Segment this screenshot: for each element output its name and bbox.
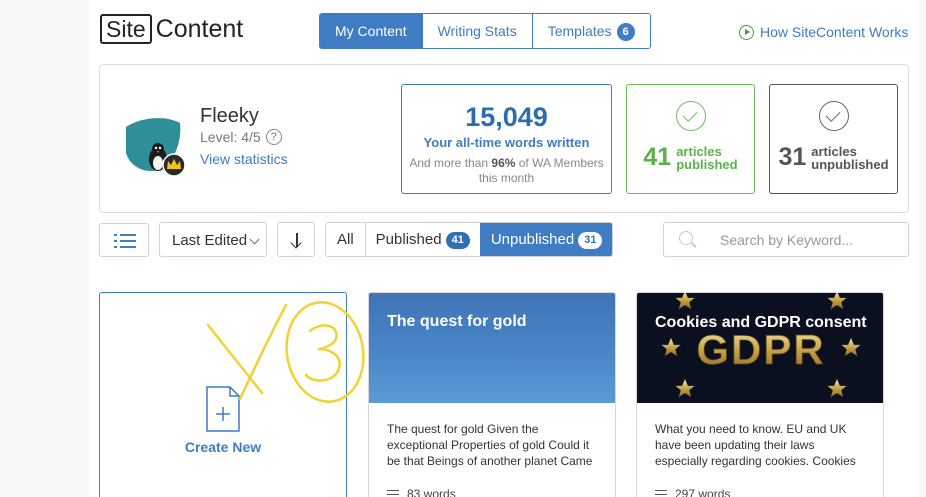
tab-my-content[interactable]: My Content xyxy=(320,14,422,48)
user-level: Level: 4/5 ? xyxy=(200,129,282,145)
article-word-count: 83 words xyxy=(387,487,456,497)
gdpr-image-text: GDPR xyxy=(696,326,825,373)
arrow-down-icon xyxy=(296,233,298,247)
username: Fleeky xyxy=(200,105,259,127)
article-cover: GDPR xyxy=(637,293,883,403)
gdpr-stars-image: GDPR xyxy=(661,293,861,398)
status-filter: All Published 41 Unpublished 31 xyxy=(325,222,614,257)
filter-published[interactable]: Published 41 xyxy=(364,223,480,256)
menu-lines-icon xyxy=(387,490,399,497)
menu-lines-icon xyxy=(655,490,667,497)
filter-unpublished[interactable]: Unpublished 31 xyxy=(479,223,613,256)
article-title: The quest for gold xyxy=(387,313,527,330)
view-statistics-link[interactable]: View statistics xyxy=(200,151,288,167)
play-icon xyxy=(739,24,754,40)
filter-all[interactable]: All xyxy=(326,223,365,256)
published-count-box[interactable]: 41 articles published xyxy=(626,84,755,194)
list-view-button[interactable] xyxy=(99,223,149,257)
check-circle-icon xyxy=(818,101,849,131)
search-input[interactable] xyxy=(720,230,900,250)
sort-select[interactable]: Last Edited xyxy=(159,222,267,257)
article-excerpt: What you need to know. EU and UK have be… xyxy=(655,422,856,468)
list-view-icon xyxy=(114,234,136,248)
content-tabs: My Content Writing Stats Templates 6 xyxy=(319,13,651,49)
create-new-label: Create New xyxy=(184,439,262,455)
sort-direction-button[interactable] xyxy=(277,222,315,257)
total-words: 15,049 xyxy=(465,102,548,132)
tab-templates-label: Templates xyxy=(547,23,612,39)
sort-select-value: Last Edited xyxy=(172,232,248,249)
how-it-works-label: How SiteContent Works xyxy=(760,24,909,40)
search-icon xyxy=(679,231,693,245)
article-card[interactable]: The quest for gold The quest for gold Gi… xyxy=(368,292,616,497)
published-label: articles published xyxy=(676,143,738,172)
article-card[interactable]: GDPR Cookies and GDPR consent What you n… xyxy=(636,292,884,497)
logo-boxed-text: Site xyxy=(100,14,152,44)
words-comparison: And more than 96% of WA Members this mon… xyxy=(409,156,604,185)
unpublished-count: 31 xyxy=(778,143,807,171)
how-it-works-link[interactable]: How SiteContent Works xyxy=(739,24,908,40)
create-new-card[interactable]: Create New xyxy=(99,292,347,497)
article-cover xyxy=(369,293,615,403)
logo-text: Content xyxy=(155,14,244,43)
unpublished-count-box[interactable]: 31 articles unpublished xyxy=(769,84,898,194)
article-title: Cookies and GDPR consent xyxy=(655,314,867,331)
templates-count-badge: 6 xyxy=(616,23,635,41)
search-box xyxy=(663,222,909,257)
help-icon[interactable]: ? xyxy=(265,129,282,145)
user-level-text: Level: 4/5 xyxy=(200,129,261,145)
new-document-icon xyxy=(206,386,240,432)
published-count: 41 xyxy=(643,143,672,171)
published-filter-count: 41 xyxy=(445,232,470,249)
check-circle-icon xyxy=(675,101,706,131)
avatar[interactable] xyxy=(122,113,186,177)
article-word-count: 297 words xyxy=(655,487,730,497)
unpublished-filter-count: 31 xyxy=(578,232,603,249)
words-written-box: 15,049 Your all-time words written And m… xyxy=(401,84,612,194)
tab-templates[interactable]: Templates 6 xyxy=(531,14,650,48)
total-words-label: Your all-time words written xyxy=(423,135,590,150)
tab-writing-stats[interactable]: Writing Stats xyxy=(421,14,532,48)
site-content-logo[interactable]: Site Content xyxy=(100,13,243,45)
article-excerpt: The quest for gold Given the exceptional… xyxy=(387,422,593,468)
unpublished-label: articles unpublished xyxy=(811,143,889,172)
chevron-down-icon xyxy=(249,234,260,245)
